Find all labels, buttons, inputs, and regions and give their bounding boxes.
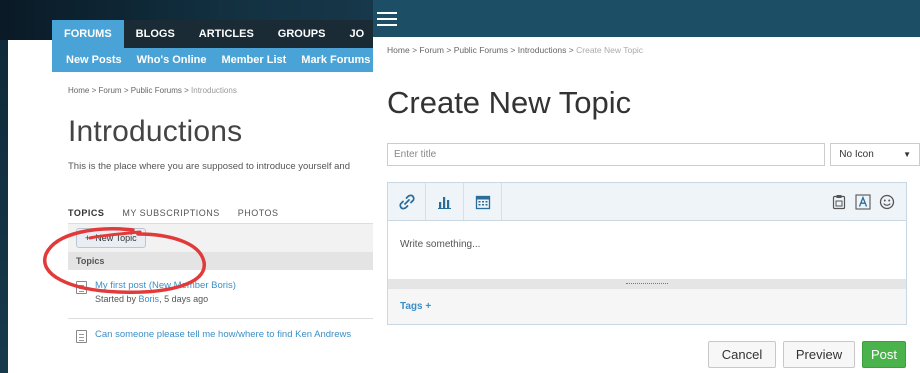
subnav-member-list[interactable]: Member List [221,54,286,66]
grip-icon [626,283,668,285]
text-format-icon [855,193,871,210]
icon-select-value: No Icon [839,149,874,160]
breadcrumb-separator: > [412,45,418,55]
form-actions: Cancel Preview Post [708,341,906,368]
topics-header: Topics [68,252,373,270]
topic-meta: Started by Boris, 5 days ago [95,294,209,304]
clipboard-icon [832,194,846,209]
app-topbar [373,0,920,37]
cancel-button[interactable]: Cancel [708,341,776,368]
editor-resize-handle[interactable] [388,279,906,289]
top-nav: FORUMS BLOGS ARTICLES GROUPS JO [52,20,373,48]
new-topic-bar: + New Topic [68,224,373,252]
preview-button[interactable]: Preview [783,341,855,368]
subnav-mark-forums[interactable]: Mark Forums [301,54,370,66]
tab-articles[interactable]: ARTICLES [187,20,266,48]
plus-icon: + [85,233,91,243]
clipboard-button[interactable] [830,193,848,211]
editor-textarea[interactable]: Write something... [388,221,906,279]
topic-title-input[interactable] [387,143,826,166]
create-topic-screenshot: Home > Forum > Public Forums > Introduct… [373,0,920,373]
post-editor: Write something... Tags + [387,182,907,325]
breadcrumb-forum[interactable]: Forum [419,45,444,55]
breadcrumb: Home > Forum > Public Forums > Introduct… [52,72,373,95]
breadcrumb-introductions[interactable]: Introductions [518,45,567,55]
topic-age: 5 days ago [164,294,209,304]
breadcrumb-separator: > [568,45,574,55]
icon-select[interactable]: No Icon ▼ [830,143,920,166]
text-format-button[interactable] [854,193,872,211]
breadcrumb-separator: > [446,45,452,55]
breadcrumb-current: Introductions [191,86,237,95]
forum-tabs: TOPICS MY SUBSCRIPTIONS PHOTOS [68,202,373,224]
document-icon [76,281,87,294]
tab-blogs[interactable]: BLOGS [124,20,187,48]
breadcrumb: Home > Forum > Public Forums > Introduct… [373,37,920,55]
calendar-icon [475,195,490,209]
tab-groups[interactable]: GROUPS [266,20,338,48]
breadcrumb-separator: > [510,45,516,55]
breadcrumb-separator: > [91,86,97,95]
breadcrumb-separator: > [123,86,129,95]
emoji-button[interactable] [878,193,896,211]
tab-topics[interactable]: TOPICS [68,208,104,218]
topic-title-link[interactable]: Can someone please tell me how/where to … [95,329,351,340]
tab-jobs[interactable]: JO [337,20,373,48]
new-topic-button[interactable]: + New Topic [76,228,146,248]
breadcrumb-public-forums[interactable]: Public Forums [454,45,508,55]
topic-author-link[interactable]: Boris [139,294,160,304]
calendar-button[interactable] [464,183,502,220]
page-side-background [0,40,8,373]
breadcrumb-forum[interactable]: Forum [98,86,121,95]
tab-photos[interactable]: PHOTOS [238,208,279,218]
breadcrumb-public-forums[interactable]: Public Forums [131,86,182,95]
breadcrumb-home[interactable]: Home [68,86,89,95]
editor-placeholder: Write something... [400,239,481,250]
table-row[interactable]: Can someone please tell me how/where to … [68,319,373,343]
toolbar-right [830,183,906,220]
breadcrumb-separator: > [184,86,189,95]
title-row: No Icon ▼ [387,143,920,167]
new-topic-label: New Topic [95,233,137,243]
tags-add-icon[interactable]: + [425,301,431,312]
forum-introductions-screenshot: FORUMS BLOGS ARTICLES GROUPS JO New Post… [0,0,373,373]
chart-icon [437,196,451,209]
link-icon [398,193,415,210]
post-button[interactable]: Post [862,341,906,368]
tags-link[interactable]: Tags [400,301,423,312]
forum-description: This is the place where you are supposed… [68,161,350,172]
emoji-icon [879,194,895,209]
tab-my-subscriptions[interactable]: MY SUBSCRIPTIONS [122,208,219,218]
caret-down-icon: ▼ [903,150,911,159]
tags-row: Tags + [388,289,906,324]
page-title: Create New Topic [387,85,632,120]
subnav-new-posts[interactable]: New Posts [66,54,122,66]
started-by-prefix: Started by [95,294,137,304]
document-icon [76,330,87,343]
breadcrumb-home[interactable]: Home [387,45,410,55]
chart-button[interactable] [426,183,464,220]
tab-forums[interactable]: FORUMS [52,20,124,48]
sub-nav: New Posts Who's Online Member List Mark … [52,48,373,72]
topic-title-link[interactable]: My first post (New Member Boris) [95,280,236,291]
link-button[interactable] [388,183,426,220]
editor-toolbar [388,183,906,221]
forum-panel: FORUMS BLOGS ARTICLES GROUPS JO New Post… [52,20,373,373]
breadcrumb-current: Create New Topic [576,45,644,55]
subnav-whos-online[interactable]: Who's Online [137,54,207,66]
table-row[interactable]: My first post (New Member Boris) Started… [68,270,373,304]
page-title: Introductions [68,115,243,148]
hamburger-menu-icon[interactable] [377,11,397,26]
